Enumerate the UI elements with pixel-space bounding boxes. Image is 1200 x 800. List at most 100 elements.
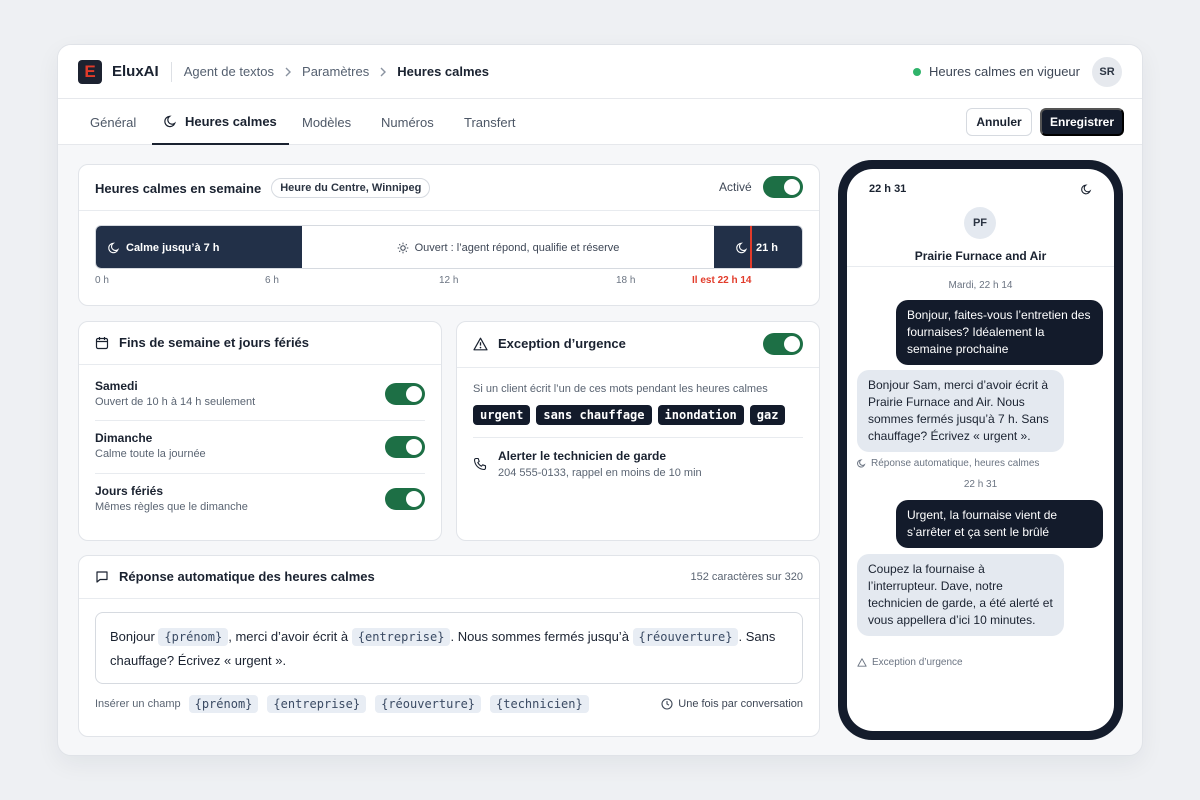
phone-icon [473,457,487,471]
char-count: 152 caractères sur 320 [690,571,803,583]
weekends-header: Fins de semaine et jours fériés [95,335,309,350]
brand-name: EluxAI [112,63,159,80]
saturday-row: Samedi Ouvert de 10 h à 14 h seulement [95,379,255,408]
alert-detail: 204 555-0133, rappel en moins de 10 min [498,467,702,479]
weekday-toggle[interactable] [763,176,803,198]
chevron-right-icon [285,67,292,76]
status-text: Heures calmes en vigueur [928,64,1080,79]
divider [95,473,425,474]
timeline-open[interactable]: Ouvert : l’agent répond, qualifie et rés… [302,226,714,268]
var-token: {entreprise} [351,628,451,646]
var-token: {réouverture} [632,628,739,646]
frequency[interactable]: Une fois par conversation [661,698,803,710]
insert-field-chip[interactable]: {entreprise} [267,695,367,713]
moon-icon [1081,184,1092,195]
autoreply-title: Réponse automatique des heures calmes [119,569,375,584]
weekends-card: Fins de semaine et jours fériés Samedi O… [78,321,442,541]
insert-label: Insérer un champ [95,698,181,710]
insert-field-chip[interactable]: {réouverture} [375,695,482,713]
emergency-note: Exception d’urgence [857,657,963,668]
calendar-icon [95,336,109,349]
timeline-calm-morning[interactable]: Calme jusqu’à 7 h [96,226,302,268]
tick-18: 18 h [616,275,636,286]
tab-templates[interactable]: Modèles [302,99,351,145]
autoreply-header: Réponse automatique des heures calmes [95,569,375,584]
breadcrumb-current: Heures calmes [397,64,490,79]
contact-avatar: PF [964,207,996,239]
tab-quiet-hours[interactable]: Heures calmes [152,99,289,145]
timeline-calm-evening[interactable]: 21 h [714,226,802,268]
sunday-toggle[interactable] [385,436,425,458]
sun-icon [397,242,408,254]
holidays-title: Jours fériés [95,484,164,498]
alert-title: Alerter le technicien de garde [498,449,667,463]
breadcrumb-agent[interactable]: Agent de textos [184,64,274,79]
tab-bar: Général Heures calmes Modèles Numéros Tr… [58,99,1142,145]
timeline-bar[interactable]: Calme jusqu’à 7 h Ouvert : l’agent répon… [95,225,803,269]
save-button[interactable]: Enregistrer [1040,108,1124,136]
message-outgoing: Urgent, la fournaise vient de s’arrêter … [896,500,1103,548]
message-editor[interactable]: Bonjour {prénom}, merci d’avoir écrit à … [95,612,803,684]
emergency-toggle[interactable] [763,333,803,355]
emergency-card: Exception d’urgence Si un client écrit l… [456,321,820,541]
now-label: Il est 22 h 14 [692,275,752,286]
emergency-hint: Si un client écrit l’un de ces mots pend… [473,383,768,395]
tick-6: 6 h [265,275,279,286]
message-outgoing: Bonjour, faites-vous l’entretien des fou… [896,300,1103,365]
keyword-chip[interactable]: sans chauffage [536,405,652,425]
holidays-row: Jours fériés Mêmes règles que le dimanch… [95,484,248,513]
holidays-subtitle: Mêmes règles que le dimanche [95,501,248,513]
sunday-row: Dimanche Calme toute la journée [95,431,206,460]
toggle-label: Activé [719,180,752,194]
time-label: 22 h 31 [963,479,998,490]
divider [847,266,1114,267]
sunday-subtitle: Calme toute la journée [95,448,206,460]
tab-general[interactable]: Général [90,99,136,145]
top-bar: E EluxAI Agent de textos Paramètres Heur… [58,45,1142,99]
moon-icon [857,459,866,468]
moon-icon [164,115,177,127]
tick-12: 12 h [439,275,459,286]
insert-field-chip[interactable]: {prénom} [188,695,259,713]
moon-icon [108,242,120,254]
insert-field-chip[interactable]: {technicien} [490,695,589,713]
phone-preview: 22 h 31 PF Prairie Furnace and Air Mardi… [838,160,1123,740]
weekday-title: Heures calmes en semaine [95,180,262,196]
tab-numbers[interactable]: Numéros [381,99,434,145]
user-avatar[interactable]: SR [1092,56,1122,87]
saturday-subtitle: Ouvert de 10 h à 14 h seulement [95,396,256,408]
divider [95,420,425,421]
clock-icon [661,698,673,710]
saturday-title: Samedi [95,379,138,393]
message-incoming: Bonjour Sam, merci d’avoir écrit à Prair… [857,370,1064,452]
status-dot-icon [912,67,921,76]
tick-0: 0 h [95,275,109,286]
chevron-right-icon [380,67,387,76]
weekends-title: Fins de semaine et jours fériés [119,335,310,350]
keyword-chip[interactable]: urgent [473,405,531,425]
sunday-title: Dimanche [95,431,153,445]
timezone-pill[interactable]: Heure du Centre, Winnipeg [271,178,431,198]
cancel-button[interactable]: Annuler [966,108,1032,136]
keyword-chip[interactable]: inondation [657,405,744,425]
emergency-header: Exception d’urgence [473,336,626,351]
autoreply-card: Réponse automatique des heures calmes 15… [78,555,820,737]
phone-time: 22 h 31 [869,183,907,195]
moon-icon [736,242,748,254]
tab-transfer[interactable]: Transfert [464,99,516,145]
saturday-toggle[interactable] [385,383,425,405]
breadcrumb-settings[interactable]: Paramètres [302,64,369,79]
divider [170,61,172,82]
keyword-chip[interactable]: gaz [749,405,786,425]
emergency-title: Exception d’urgence [498,336,626,351]
keyword-list: urgent sans chauffage inondation gaz [473,405,791,425]
now-marker [750,226,752,268]
phone-screen: 22 h 31 PF Prairie Furnace and Air Mardi… [847,169,1114,731]
message-icon [96,570,108,583]
weekday-card: Heures calmes en semaine Heure du Centre… [78,164,820,306]
holidays-toggle[interactable] [385,488,425,510]
message-incoming: Coupez la fournaise à l’interrupteur. Da… [857,554,1064,636]
logo-icon: E [78,59,102,84]
var-token: {prénom} [158,628,229,646]
auto-reply-note: Réponse automatique, heures calmes [857,458,1039,469]
